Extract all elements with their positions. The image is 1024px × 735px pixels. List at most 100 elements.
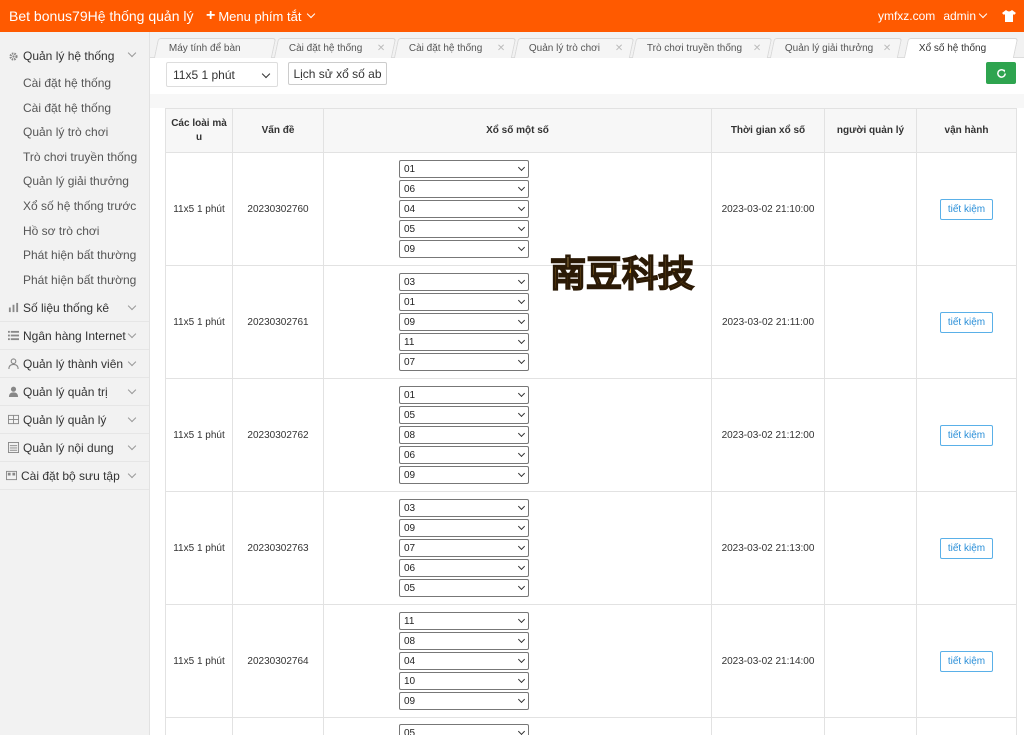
ball-select[interactable]: 08 [399, 632, 529, 650]
cell-issue [232, 717, 324, 735]
main-panel: Máy tính để bàn Cài đặt hệ thống ✕ Cài đặ… [150, 32, 1024, 735]
ball-select[interactable]: 11 [399, 612, 529, 630]
close-icon[interactable]: ✕ [615, 43, 623, 54]
ball-select[interactable]: 07 [399, 539, 529, 557]
tab-system-lottery[interactable]: Xổ số hệ thống [903, 38, 1019, 58]
sidebar-group-label: Số liệu thống kê [23, 300, 110, 315]
sidebar-item-game-records[interactable]: Hồ sơ trò chơi [0, 219, 149, 244]
close-icon[interactable]: ✕ [377, 43, 385, 54]
user-icon [8, 358, 19, 370]
lottery-type-value: 11x5 1 phút [173, 67, 235, 82]
sidebar-item-anomaly-detection[interactable]: Phát hiện bất thường [0, 243, 149, 268]
cell-issue: 20230302762 [232, 378, 324, 492]
cell-actions: tiết kiệm [916, 491, 1017, 605]
sidebar-group-internet-banking[interactable]: Ngân hàng Internet [0, 322, 149, 351]
ball-select[interactable]: 06 [399, 446, 529, 464]
close-icon[interactable]: ✕ [497, 43, 505, 54]
ball-select[interactable]: 09 [399, 240, 529, 258]
sidebar-group-content[interactable]: Quản lý nội dung [0, 434, 149, 463]
ball-value: 05 [404, 582, 416, 594]
sidebar-item-system-settings-2[interactable]: Cài đặt hệ thống [0, 96, 149, 121]
chevron-down-icon [517, 655, 526, 664]
sidebar-group-members[interactable]: Quản lý thành viên [0, 350, 149, 379]
ball-select[interactable]: 07 [399, 353, 529, 371]
save-button[interactable]: tiết kiệm [940, 537, 993, 559]
ball-select[interactable]: 06 [399, 180, 529, 198]
save-button[interactable]: tiết kiệm [940, 424, 993, 446]
chevron-down-icon [127, 442, 137, 451]
tab-game-management[interactable]: Quản lý trò chơi ✕ [513, 38, 635, 58]
sidebar-group-collection-settings[interactable]: Cài đặt bộ sưu tập [0, 462, 149, 491]
tab-system-settings[interactable]: Cài đặt hệ thống ✕ [273, 38, 397, 58]
save-button[interactable]: tiết kiệm [940, 650, 993, 672]
folder-icon [6, 471, 17, 481]
ball-select[interactable]: 01 [399, 386, 529, 404]
tab-label: Quản lý trò chơi [528, 43, 600, 54]
tab-bar: Máy tính để bàn Cài đặt hệ thống ✕ Cài đặ… [150, 32, 1024, 58]
sidebar-item-traditional-games[interactable]: Trò chơi truyền thống [0, 145, 149, 170]
ball-select[interactable]: 01 [399, 293, 529, 311]
user-menu[interactable]: admin [943, 9, 988, 23]
ball-select[interactable]: 05 [399, 724, 529, 735]
ball-value: 07 [404, 542, 416, 554]
ball-select[interactable]: 09 [399, 466, 529, 484]
sidebar-group-label: Ngân hàng Internet [23, 328, 126, 343]
save-button[interactable]: tiết kiệm [940, 311, 993, 333]
ball-select[interactable]: 03 [399, 499, 529, 517]
sidebar-item-prize-management[interactable]: Quản lý giải thưởng [0, 169, 149, 194]
ball-select[interactable]: 10 [399, 672, 529, 690]
tab-traditional-games[interactable]: Trò chơi truyền thống ✕ [631, 38, 773, 58]
quick-menu-button[interactable]: + Menu phím tắt [206, 8, 316, 24]
refresh-button[interactable] [986, 62, 1016, 84]
ball-select[interactable]: 05 [399, 406, 529, 424]
sidebar-item-previous-lottery[interactable]: Xổ số hệ thống trước [0, 194, 149, 219]
sidebar-group-label: Quản lý quản lý [23, 412, 107, 427]
domain-link[interactable]: ymfxz.com [878, 9, 935, 23]
sidebar-group-managers[interactable]: Quản lý quản lý [0, 406, 149, 435]
ball-select[interactable]: 09 [399, 692, 529, 710]
lottery-type-select[interactable]: 11x5 1 phút [166, 62, 278, 87]
sidebar-item-anomaly-detection-2[interactable]: Phát hiện bất thường [0, 268, 149, 293]
ball-select[interactable]: 05 [399, 579, 529, 597]
close-icon[interactable]: ✕ [883, 43, 891, 54]
header-numbers: Xổ số một số [323, 108, 712, 153]
ball-value: 05 [404, 223, 416, 235]
ball-select[interactable]: 04 [399, 652, 529, 670]
ball-value: 11 [404, 336, 415, 348]
tab-desktop[interactable]: Máy tính để bàn [153, 38, 277, 58]
ball-select[interactable]: 09 [399, 313, 529, 331]
lottery-table: Các loài mà u Vấn đề Xổ số một số Thời g… [165, 108, 1017, 735]
ball-select[interactable]: 03 [399, 273, 529, 291]
sidebar-group-admins[interactable]: Quản lý quản trị [0, 378, 149, 407]
ball-select[interactable]: 06 [399, 559, 529, 577]
ball-select[interactable]: 01 [399, 160, 529, 178]
sidebar-group-statistics[interactable]: Số liệu thống kê [0, 294, 149, 323]
theme-shirt-icon[interactable] [1002, 10, 1016, 22]
close-icon[interactable]: ✕ [753, 43, 761, 54]
header-time: Thời gian xổ số [711, 108, 825, 153]
ball-select[interactable]: 08 [399, 426, 529, 444]
ball-select[interactable]: 11 [399, 333, 529, 351]
chevron-down-icon [978, 9, 988, 19]
chevron-down-icon [517, 429, 526, 438]
lottery-history-button[interactable]: Lịch sử xổ số ab [288, 62, 387, 85]
save-button[interactable]: tiết kiệm [940, 198, 993, 220]
chevron-down-icon [517, 502, 526, 511]
sidebar-group-system[interactable]: Quản lý hệ thống [0, 41, 149, 71]
top-bar: Bet bonus79Hệ thống quản lý + Menu phím … [0, 0, 1024, 32]
sidebar-item-game-management[interactable]: Quản lý trò chơi [0, 120, 149, 145]
tab-prize-management[interactable]: Quản lý giải thưởng ✕ [769, 38, 903, 58]
doc-icon [8, 442, 19, 454]
cell-type [165, 717, 233, 735]
cell-manager [824, 265, 917, 379]
ball-select[interactable]: 09 [399, 519, 529, 537]
cell-actions: tiết kiệm [916, 265, 1017, 379]
ball-value: 04 [404, 203, 416, 215]
ball-select[interactable]: 04 [399, 200, 529, 218]
sidebar: Quản lý hệ thống Cài đặt hệ thống Cài đặ… [0, 32, 150, 735]
ball-select[interactable]: 05 [399, 220, 529, 238]
chevron-down-icon [517, 336, 526, 345]
sidebar-item-system-settings[interactable]: Cài đặt hệ thống [0, 71, 149, 96]
chevron-down-icon [517, 562, 526, 571]
tab-system-settings-2[interactable]: Cài đặt hệ thống ✕ [393, 38, 517, 58]
